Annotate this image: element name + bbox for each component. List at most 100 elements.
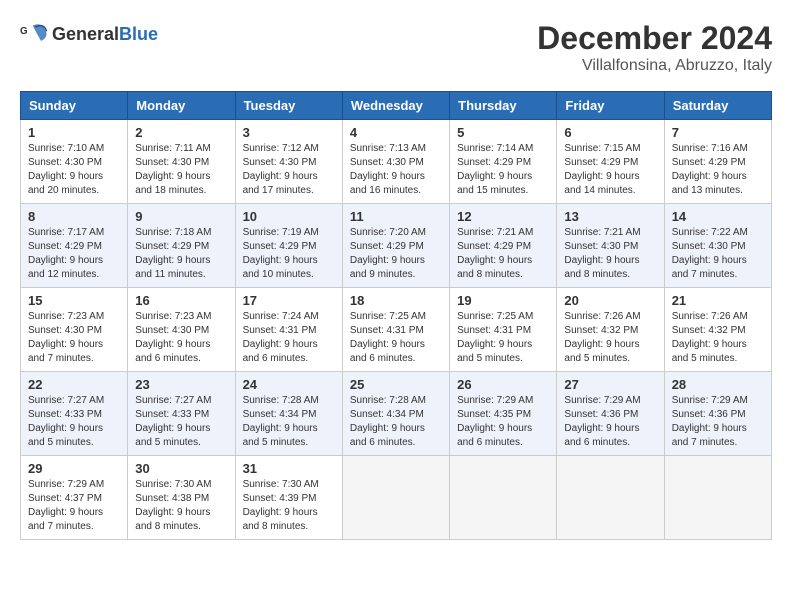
day-info: Sunrise: 7:15 AMSunset: 4:29 PMDaylight:…: [564, 142, 656, 198]
day-info: Sunrise: 7:25 AMSunset: 4:31 PMDaylight:…: [350, 310, 442, 366]
day-info: Sunrise: 7:29 AMSunset: 4:36 PMDaylight:…: [672, 394, 764, 450]
logo-text-blue: Blue: [119, 24, 158, 44]
day-info: Sunrise: 7:30 AMSunset: 4:39 PMDaylight:…: [243, 478, 335, 534]
day-number: 18: [350, 293, 442, 308]
table-row: 26 Sunrise: 7:29 AMSunset: 4:35 PMDayligh…: [450, 372, 557, 456]
day-number: 20: [564, 293, 656, 308]
calendar-row: 8 Sunrise: 7:17 AMSunset: 4:29 PMDaylight…: [21, 204, 772, 288]
table-row: 1 Sunrise: 7:10 AMSunset: 4:30 PMDaylight…: [21, 120, 128, 204]
day-number: 23: [135, 377, 227, 392]
day-number: 17: [243, 293, 335, 308]
table-row: 28 Sunrise: 7:29 AMSunset: 4:36 PMDayligh…: [664, 372, 771, 456]
subtitle: Villalfonsina, Abruzzo, Italy: [537, 57, 772, 75]
table-row: 23 Sunrise: 7:27 AMSunset: 4:33 PMDayligh…: [128, 372, 235, 456]
calendar-row: 1 Sunrise: 7:10 AMSunset: 4:30 PMDaylight…: [21, 120, 772, 204]
table-row: 31 Sunrise: 7:30 AMSunset: 4:39 PMDayligh…: [235, 456, 342, 540]
table-row: 4 Sunrise: 7:13 AMSunset: 4:30 PMDaylight…: [342, 120, 449, 204]
day-info: Sunrise: 7:27 AMSunset: 4:33 PMDaylight:…: [135, 394, 227, 450]
col-saturday: Saturday: [664, 92, 771, 120]
logo: G GeneralBlue: [20, 20, 158, 48]
day-number: 2: [135, 125, 227, 140]
table-row: 27 Sunrise: 7:29 AMSunset: 4:36 PMDayligh…: [557, 372, 664, 456]
table-row: 29Sunrise: 7:29 AMSunset: 4:37 PMDayligh…: [21, 456, 128, 540]
day-info: Sunrise: 7:14 AMSunset: 4:29 PMDaylight:…: [457, 142, 549, 198]
table-row: 20 Sunrise: 7:26 AMSunset: 4:32 PMDayligh…: [557, 288, 664, 372]
table-row: 30 Sunrise: 7:30 AMSunset: 4:38 PMDayligh…: [128, 456, 235, 540]
day-info: Sunrise: 7:17 AMSunset: 4:29 PMDaylight:…: [28, 226, 120, 282]
logo-text-general: General: [52, 24, 119, 44]
table-row: 11Sunrise: 7:20 AMSunset: 4:29 PMDayligh…: [342, 204, 449, 288]
table-row: [342, 456, 449, 540]
day-info: Sunrise: 7:13 AMSunset: 4:30 PMDaylight:…: [350, 142, 442, 198]
table-row: [557, 456, 664, 540]
day-number: 22: [28, 377, 120, 392]
table-row: 5Sunrise: 7:14 AMSunset: 4:29 PMDaylight…: [450, 120, 557, 204]
day-info: Sunrise: 7:23 AMSunset: 4:30 PMDaylight:…: [28, 310, 120, 366]
day-info: Sunrise: 7:28 AMSunset: 4:34 PMDaylight:…: [350, 394, 442, 450]
day-info: Sunrise: 7:18 AMSunset: 4:29 PMDaylight:…: [135, 226, 227, 282]
day-number: 7: [672, 125, 764, 140]
col-friday: Friday: [557, 92, 664, 120]
title-area: December 2024 Villalfonsina, Abruzzo, It…: [537, 20, 772, 75]
calendar-row: 29Sunrise: 7:29 AMSunset: 4:37 PMDayligh…: [21, 456, 772, 540]
calendar-header-row: Sunday Monday Tuesday Wednesday Thursday…: [21, 92, 772, 120]
day-number: 28: [672, 377, 764, 392]
day-number: 10: [243, 209, 335, 224]
day-info: Sunrise: 7:21 AMSunset: 4:30 PMDaylight:…: [564, 226, 656, 282]
table-row: 18 Sunrise: 7:25 AMSunset: 4:31 PMDayligh…: [342, 288, 449, 372]
logo-icon: G: [20, 20, 48, 48]
col-wednesday: Wednesday: [342, 92, 449, 120]
day-info: Sunrise: 7:30 AMSunset: 4:38 PMDaylight:…: [135, 478, 227, 534]
day-number: 13: [564, 209, 656, 224]
day-info: Sunrise: 7:10 AMSunset: 4:30 PMDaylight:…: [28, 142, 120, 198]
day-number: 4: [350, 125, 442, 140]
day-info: Sunrise: 7:24 AMSunset: 4:31 PMDaylight:…: [243, 310, 335, 366]
day-number: 31: [243, 461, 335, 476]
day-number: 15: [28, 293, 120, 308]
table-row: 7Sunrise: 7:16 AMSunset: 4:29 PMDaylight…: [664, 120, 771, 204]
day-info: Sunrise: 7:29 AMSunset: 4:36 PMDaylight:…: [564, 394, 656, 450]
day-info: Sunrise: 7:26 AMSunset: 4:32 PMDaylight:…: [564, 310, 656, 366]
col-monday: Monday: [128, 92, 235, 120]
table-row: 24 Sunrise: 7:28 AMSunset: 4:34 PMDayligh…: [235, 372, 342, 456]
day-info: Sunrise: 7:25 AMSunset: 4:31 PMDaylight:…: [457, 310, 549, 366]
day-number: 21: [672, 293, 764, 308]
calendar: Sunday Monday Tuesday Wednesday Thursday…: [20, 91, 772, 540]
day-info: Sunrise: 7:28 AMSunset: 4:34 PMDaylight:…: [243, 394, 335, 450]
day-number: 30: [135, 461, 227, 476]
table-row: 2Sunrise: 7:11 AMSunset: 4:30 PMDaylight…: [128, 120, 235, 204]
table-row: 8 Sunrise: 7:17 AMSunset: 4:29 PMDaylight…: [21, 204, 128, 288]
day-number: 1: [28, 125, 120, 140]
day-number: 14: [672, 209, 764, 224]
table-row: 9Sunrise: 7:18 AMSunset: 4:29 PMDaylight…: [128, 204, 235, 288]
table-row: 10 Sunrise: 7:19 AMSunset: 4:29 PMDayligh…: [235, 204, 342, 288]
day-number: 6: [564, 125, 656, 140]
day-number: 8: [28, 209, 120, 224]
calendar-row: 15 Sunrise: 7:23 AMSunset: 4:30 PMDayligh…: [21, 288, 772, 372]
table-row: 19 Sunrise: 7:25 AMSunset: 4:31 PMDayligh…: [450, 288, 557, 372]
day-number: 3: [243, 125, 335, 140]
day-number: 16: [135, 293, 227, 308]
day-number: 27: [564, 377, 656, 392]
day-info: Sunrise: 7:29 AMSunset: 4:35 PMDaylight:…: [457, 394, 549, 450]
day-info: Sunrise: 7:29 AMSunset: 4:37 PMDaylight:…: [28, 478, 120, 534]
day-info: Sunrise: 7:23 AMSunset: 4:30 PMDaylight:…: [135, 310, 227, 366]
day-info: Sunrise: 7:26 AMSunset: 4:32 PMDaylight:…: [672, 310, 764, 366]
day-info: Sunrise: 7:22 AMSunset: 4:30 PMDaylight:…: [672, 226, 764, 282]
day-number: 26: [457, 377, 549, 392]
calendar-row: 22 Sunrise: 7:27 AMSunset: 4:33 PMDayligh…: [21, 372, 772, 456]
table-row: [450, 456, 557, 540]
table-row: 15 Sunrise: 7:23 AMSunset: 4:30 PMDayligh…: [21, 288, 128, 372]
col-sunday: Sunday: [21, 92, 128, 120]
table-row: 17 Sunrise: 7:24 AMSunset: 4:31 PMDayligh…: [235, 288, 342, 372]
day-number: 19: [457, 293, 549, 308]
day-number: 24: [243, 377, 335, 392]
table-row: 14 Sunrise: 7:22 AMSunset: 4:30 PMDayligh…: [664, 204, 771, 288]
day-info: Sunrise: 7:20 AMSunset: 4:29 PMDaylight:…: [350, 226, 442, 282]
table-row: 22 Sunrise: 7:27 AMSunset: 4:33 PMDayligh…: [21, 372, 128, 456]
day-info: Sunrise: 7:19 AMSunset: 4:29 PMDaylight:…: [243, 226, 335, 282]
table-row: 21 Sunrise: 7:26 AMSunset: 4:32 PMDayligh…: [664, 288, 771, 372]
table-row: 16 Sunrise: 7:23 AMSunset: 4:30 PMDayligh…: [128, 288, 235, 372]
day-number: 12: [457, 209, 549, 224]
day-info: Sunrise: 7:27 AMSunset: 4:33 PMDaylight:…: [28, 394, 120, 450]
